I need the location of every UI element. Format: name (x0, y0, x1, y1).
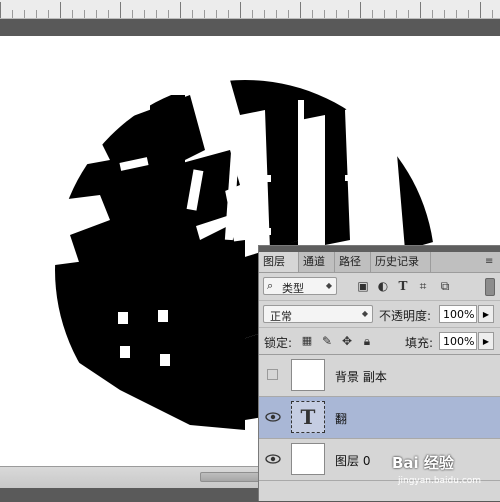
lock-row: 锁定: ▦ ✎ ✥ 🔒︎ 填充: 100% ▶ (259, 327, 500, 354)
lock-move-icon[interactable]: ✥ (339, 333, 355, 349)
top-ruler (0, 0, 500, 19)
blend-mode-select[interactable]: 正常 ◆ (263, 305, 373, 323)
watermark-logo: Bai 经验 (392, 454, 454, 472)
scrollbar-thumb[interactable] (200, 472, 260, 482)
tab-layers[interactable]: 图层 (259, 252, 299, 272)
filter-toggle[interactable] (485, 278, 495, 296)
adjustment-filter-icon[interactable]: ◐ (375, 278, 391, 294)
watermark-url: jingyan.baidu.com (398, 476, 482, 486)
opacity-label: 不透明度: (379, 309, 432, 323)
eye-icon[interactable] (265, 451, 281, 467)
chevron-down-icon: ◆ (361, 309, 368, 318)
lock-all-icon[interactable]: 🔒︎ (359, 333, 375, 349)
text-layer-thumbnail[interactable]: T (291, 401, 325, 433)
fill-dropdown-button[interactable]: ▶ (478, 332, 494, 350)
filter-row: ⌕ 类型 ◆ ▣ ◐ T ⌗ ⧉ (259, 273, 500, 299)
shape-filter-icon[interactable]: ⌗ (415, 278, 431, 294)
chevron-down-icon: ◆ (325, 281, 332, 290)
filter-kind-value: 类型 (282, 282, 304, 295)
layer-name[interactable]: 背景 副本 (335, 368, 387, 385)
layer-row[interactable]: 背景 副本 (259, 355, 500, 397)
opacity-input[interactable]: 100% (439, 305, 477, 323)
lock-transparent-icon[interactable]: ▦ (299, 333, 315, 349)
type-filter-icon[interactable]: T (395, 278, 411, 294)
tab-history[interactable]: 历史记录 (371, 252, 431, 272)
layer-thumbnail[interactable] (291, 359, 325, 391)
filter-kind-select[interactable]: ⌕ 类型 ◆ (263, 277, 337, 295)
fill-label: 填充: (405, 336, 434, 350)
visibility-toggle-off[interactable] (267, 369, 278, 380)
tab-channels[interactable]: 通道 (299, 252, 335, 272)
image-filter-icon[interactable]: ▣ (355, 278, 371, 294)
lock-label: 锁定: (264, 336, 293, 350)
search-icon: ⌕ (267, 279, 274, 292)
layer-thumbnail[interactable] (291, 443, 325, 475)
smart-object-filter-icon[interactable]: ⧉ (437, 278, 453, 294)
lock-paint-icon[interactable]: ✎ (319, 333, 335, 349)
opacity-dropdown-button[interactable]: ▶ (478, 305, 494, 323)
layer-row[interactable]: 图层 0 (259, 439, 500, 481)
tab-paths[interactable]: 路径 (335, 252, 371, 272)
blend-row: 正常 ◆ 不透明度: 100% ▶ (259, 300, 500, 327)
layers-panel: 图层 通道 路径 历史记录 ≡ ⌕ 类型 ◆ ▣ ◐ T ⌗ ⧉ 正常 ◆ 不透… (258, 245, 500, 501)
panel-menu-icon[interactable]: ≡ (485, 255, 497, 269)
layer-row-selected[interactable]: T 翻 (259, 397, 500, 439)
layer-name[interactable]: 图层 0 (335, 452, 370, 469)
layer-name[interactable]: 翻 (335, 410, 347, 427)
fill-input[interactable]: 100% (439, 332, 477, 350)
ruler-major-ticks (0, 2, 500, 18)
panel-tabs: 图层 通道 路径 历史记录 ≡ (259, 252, 500, 273)
blend-mode-value: 正常 (270, 310, 292, 323)
eye-icon[interactable] (265, 409, 281, 425)
